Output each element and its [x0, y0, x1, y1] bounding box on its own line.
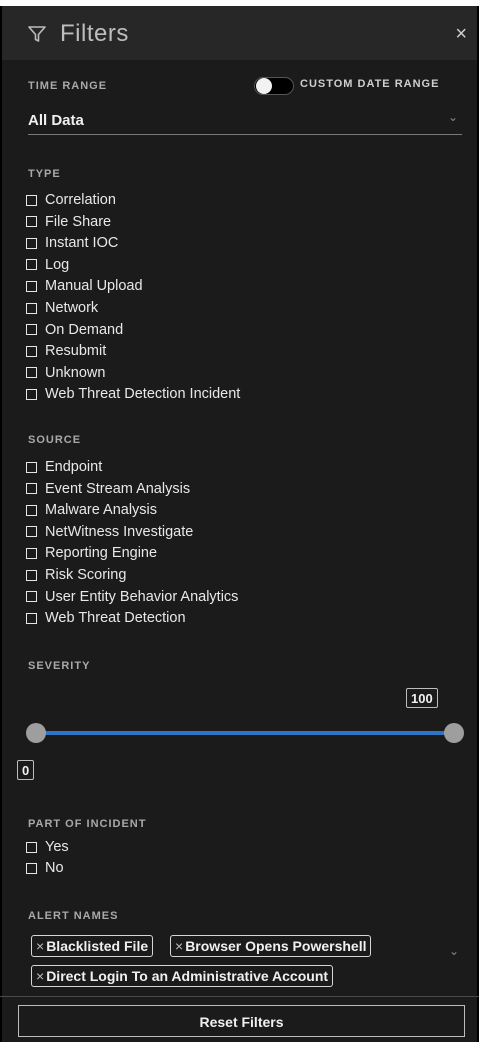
alert-names-chevron-down-icon[interactable]: ⌄ — [449, 944, 459, 958]
funnel-icon — [28, 26, 46, 42]
checkbox[interactable] — [26, 302, 37, 314]
type-checkbox-row[interactable]: Resubmit — [26, 341, 106, 361]
checkbox[interactable] — [26, 612, 37, 624]
alert-tag: × Direct Login To an Administrative Accou… — [31, 965, 334, 987]
incident-option-label: No — [45, 860, 64, 876]
type-checkbox-row[interactable]: Instant IOC — [26, 233, 118, 253]
checkbox[interactable] — [26, 547, 37, 559]
severity-min-handle[interactable] — [26, 723, 46, 743]
source-checkbox-row[interactable]: Web Threat Detection — [26, 608, 186, 628]
reset-filters-button[interactable]: Reset Filters — [18, 1005, 465, 1037]
remove-tag-icon[interactable]: × — [175, 938, 183, 954]
checkbox[interactable] — [26, 841, 37, 853]
alert-tag: × Browser Opens Powershell — [170, 935, 372, 957]
alert-tag-text: Direct Login To an Administrative Accoun… — [46, 968, 329, 984]
alert-tag: × Blacklisted File — [31, 935, 154, 957]
alert-names-label: ALERT NAMES — [28, 910, 119, 922]
source-label: SOURCE — [28, 434, 82, 446]
incident-checkbox-row[interactable]: No — [26, 858, 64, 878]
time-range-label: TIME RANGE — [28, 80, 108, 92]
type-checkbox-row[interactable]: Network — [26, 298, 98, 318]
chevron-down-icon: ⌄ — [447, 110, 458, 124]
source-option-label: Risk Scoring — [45, 567, 127, 583]
type-option-label: File Share — [45, 213, 112, 230]
source-checkbox-row[interactable]: Endpoint — [26, 457, 102, 477]
severity-max-value: 100 — [406, 688, 438, 708]
source-option-label: Malware Analysis — [45, 502, 158, 519]
type-checkbox-row[interactable]: Manual Upload — [26, 276, 143, 296]
source-option-label: User Entity Behavior Analytics — [45, 588, 239, 605]
type-checkbox-row[interactable]: Correlation — [26, 190, 116, 210]
checkbox[interactable] — [26, 504, 37, 516]
checkbox[interactable] — [26, 345, 37, 357]
footer-divider — [0, 996, 479, 997]
checkbox[interactable] — [26, 483, 37, 495]
toggle-knob — [256, 78, 272, 94]
type-label: TYPE — [28, 168, 61, 180]
panel-title: Filters — [60, 20, 129, 47]
type-checkbox-row[interactable]: File Share — [26, 212, 111, 232]
severity-min-value: 0 — [17, 760, 35, 780]
source-checkbox-row[interactable]: Malware Analysis — [26, 500, 157, 520]
source-checkbox-row[interactable]: Event Stream Analysis — [26, 479, 190, 499]
checkbox[interactable] — [26, 280, 37, 292]
source-checkbox-row[interactable]: Reporting Engine — [26, 543, 157, 563]
checkbox[interactable] — [26, 259, 37, 271]
source-option-label: Endpoint — [45, 459, 103, 475]
checkbox[interactable] — [26, 194, 37, 206]
type-option-label: Network — [45, 300, 99, 316]
checkbox[interactable] — [26, 216, 37, 228]
source-checkbox-row[interactable]: NetWitness Investigate — [26, 522, 193, 542]
time-range-value: All Data — [28, 112, 84, 129]
time-range-select[interactable]: All Data ⌄ — [28, 108, 462, 135]
source-option-label: Reporting Engine — [45, 545, 158, 562]
type-checkbox-row[interactable]: Web Threat Detection Incident — [26, 384, 240, 404]
source-option-label: Event Stream Analysis — [45, 480, 191, 497]
type-option-label: Manual Upload — [45, 278, 143, 295]
incident-checkbox-row[interactable]: Yes — [26, 837, 69, 857]
alert-tag-text: Blacklisted File — [46, 938, 149, 954]
close-icon[interactable]: × — [455, 23, 467, 46]
alert-tag-text: Browser Opens Powershell — [185, 938, 367, 954]
part-of-incident-label: PART OF INCIDENT — [28, 818, 147, 830]
checkbox[interactable] — [26, 591, 37, 603]
type-checkbox-row[interactable]: Log — [26, 255, 69, 275]
type-option-label: Correlation — [45, 192, 116, 208]
type-option-label: On Demand — [45, 321, 124, 338]
severity-label: SEVERITY — [28, 660, 91, 672]
source-option-label: Web Threat Detection — [45, 610, 186, 627]
type-checkbox-row[interactable]: Unknown — [26, 363, 105, 383]
source-option-label: NetWitness Investigate — [45, 523, 194, 540]
checkbox[interactable] — [26, 862, 37, 874]
checkbox[interactable] — [26, 367, 37, 379]
type-option-label: Resubmit — [45, 343, 107, 360]
filters-panel: Filters × TIME RANGE CUSTOM DATE RANGE A… — [0, 0, 479, 1042]
type-option-label: Unknown — [45, 364, 106, 381]
type-option-label: Log — [45, 256, 70, 273]
type-option-label: Instant IOC — [45, 235, 119, 252]
remove-tag-icon[interactable]: × — [36, 938, 44, 954]
type-checkbox-row[interactable]: On Demand — [26, 320, 123, 340]
checkbox[interactable] — [26, 324, 37, 336]
checkbox[interactable] — [26, 526, 37, 538]
severity-max-handle[interactable] — [444, 723, 464, 743]
checkbox[interactable] — [26, 237, 37, 249]
checkbox[interactable] — [26, 388, 37, 400]
source-checkbox-row[interactable]: User Entity Behavior Analytics — [26, 587, 238, 607]
type-option-label: Web Threat Detection Incident — [45, 386, 241, 403]
checkbox[interactable] — [26, 461, 37, 473]
custom-date-range-label: CUSTOM DATE RANGE — [300, 78, 440, 90]
checkbox[interactable] — [26, 569, 37, 581]
incident-option-label: Yes — [45, 839, 69, 855]
remove-tag-icon[interactable]: × — [36, 968, 44, 984]
custom-date-range-toggle[interactable] — [254, 77, 294, 95]
severity-slider-track[interactable] — [36, 731, 454, 735]
source-checkbox-row[interactable]: Risk Scoring — [26, 565, 126, 585]
panel-header: Filters × — [0, 6, 479, 60]
